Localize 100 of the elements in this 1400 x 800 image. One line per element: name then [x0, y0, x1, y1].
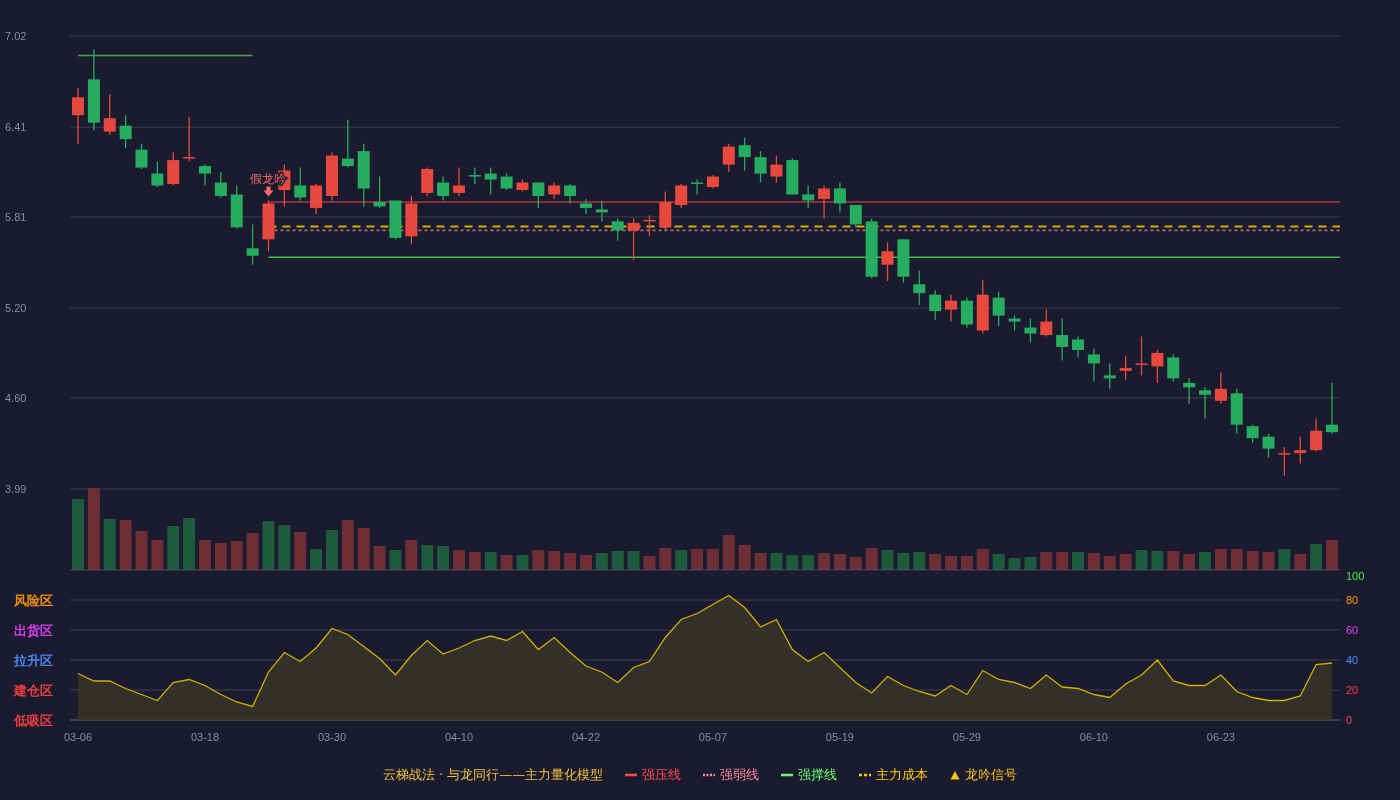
candlestick [897, 238, 910, 284]
volume-bar [643, 556, 656, 570]
axis-label: 60 [1346, 624, 1359, 636]
candlestick [72, 87, 84, 145]
candlestick [1262, 433, 1275, 459]
candlestick [611, 217, 624, 242]
volume-bar [1278, 549, 1291, 570]
zone-label: 低吸区 [14, 713, 53, 728]
volume-bar [1310, 544, 1323, 570]
zone-label: 拉升区 [14, 653, 53, 668]
candlestick [627, 217, 640, 261]
candlestick [1246, 424, 1259, 444]
volume-bar [151, 540, 164, 570]
volume-bar [945, 556, 958, 570]
volume-bar [913, 552, 926, 570]
candlestick [1167, 353, 1180, 382]
legend-label: 强弱线 [720, 766, 760, 784]
volume-bar [738, 545, 751, 570]
candlestick [421, 166, 434, 197]
axis-label: 80 [1346, 594, 1359, 606]
volume-bar [1262, 552, 1275, 570]
candlestick [484, 166, 497, 196]
volume-bar [278, 525, 291, 570]
volume-bar [72, 499, 84, 570]
date-label: 05-07 [698, 731, 727, 743]
volume-bar [675, 550, 688, 570]
axis-label: 3.99 [5, 483, 27, 495]
legend-label: 主力成本 [876, 766, 929, 784]
volume-bar [1326, 540, 1338, 570]
candlestick [960, 297, 973, 329]
volume-bar [1008, 558, 1021, 570]
candlestick [1326, 382, 1338, 435]
volume-bar [341, 520, 354, 570]
candlestick [548, 181, 561, 200]
zone-label: 出货区 [14, 623, 53, 638]
date-label: 06-23 [1206, 731, 1235, 743]
candlestick [1278, 446, 1291, 477]
candlestick [151, 160, 164, 188]
volume-bar [833, 554, 846, 570]
candlestick [818, 184, 831, 220]
volume-bar [310, 549, 323, 570]
volume-bar [1056, 552, 1069, 570]
volume-bar [1294, 554, 1307, 570]
candlestick [262, 199, 275, 252]
candlestick [341, 119, 354, 169]
volume-bar [103, 519, 116, 570]
volume-bar [373, 546, 386, 570]
candlestick [833, 181, 846, 214]
volume-bar [1103, 556, 1116, 570]
date-label: 03-18 [190, 731, 220, 743]
volume-bar [1040, 552, 1053, 570]
candlestick [564, 183, 577, 205]
volume-bar [1135, 550, 1148, 570]
volume-bar [167, 526, 180, 570]
candlestick [659, 190, 672, 231]
axis-label: 5.20 [5, 302, 27, 315]
candlestick [119, 114, 132, 149]
legend-title: 云梯战法 · 与龙同行——主力量化模型 [382, 766, 604, 784]
candlestick [1310, 418, 1323, 453]
candlestick [516, 178, 529, 193]
volume-bar [230, 541, 243, 570]
volume-bar [326, 530, 338, 570]
date-label: 04-22 [571, 731, 600, 743]
candlestick [1008, 314, 1021, 332]
volume-bar [865, 548, 878, 570]
volume-bar [389, 550, 402, 570]
candlestick [1230, 388, 1243, 435]
candlestick [738, 137, 751, 172]
candlestick [357, 143, 370, 208]
axis-label: 20 [1346, 684, 1359, 696]
volume-bar [992, 554, 1005, 570]
date-label: 05-29 [952, 731, 981, 743]
legend-label: 强撑线 [798, 766, 838, 784]
axis-label: 7.02 [5, 30, 27, 42]
candlestick [310, 183, 323, 215]
candlestick [706, 174, 719, 190]
volume-bar [1119, 554, 1132, 570]
candlestick [722, 143, 735, 173]
candlestick [1040, 308, 1053, 338]
volume-bar [1230, 549, 1243, 570]
candlestick [643, 214, 656, 237]
candlestick [437, 175, 450, 202]
date-label: 03-30 [317, 731, 347, 743]
candlestick [294, 166, 307, 202]
candlestick [691, 178, 704, 196]
axis-label: 0 [1346, 714, 1353, 726]
candlestick [1024, 317, 1037, 344]
volume-bar [357, 528, 370, 570]
volume-bar [1199, 552, 1211, 570]
candlestick [754, 150, 767, 184]
candlestick [389, 199, 402, 240]
candlestick [802, 184, 815, 209]
date-label: 06-10 [1079, 731, 1108, 743]
down-arrow-icon [263, 186, 274, 197]
volume-bar [468, 552, 481, 570]
axis-label: 5.81 [5, 210, 27, 223]
volume-bar [119, 520, 132, 570]
candlestick [1103, 362, 1116, 390]
legend-label: 龙吟信号 [965, 766, 1018, 784]
zone-label: 风险区 [14, 593, 53, 608]
